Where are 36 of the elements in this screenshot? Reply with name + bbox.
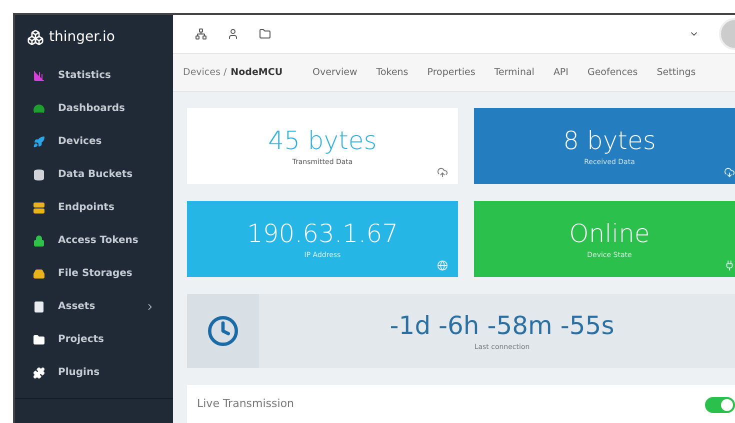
stat-value: Online <box>569 219 650 248</box>
sidebar-item[interactable]: Statistics <box>15 59 173 92</box>
sidebar-item[interactable]: Access Tokens <box>15 224 173 257</box>
user-icon[interactable] <box>227 28 239 40</box>
breadcrumb-link[interactable]: Devices / <box>183 66 227 78</box>
sidebar-item[interactable]: File Storages <box>15 257 173 290</box>
cloud-upload-icon <box>437 167 448 178</box>
tab[interactable]: Settings <box>656 66 696 78</box>
stat-value: 190.63.1.67 <box>246 219 398 248</box>
folder-icon[interactable] <box>259 28 271 40</box>
last-connection-value: -1d -6h -58m -55s <box>390 311 614 340</box>
logo-icon <box>27 28 44 46</box>
stat-value: 45 bytes <box>268 126 377 155</box>
sidebar-item[interactable]: Dashboards <box>15 92 173 125</box>
plug-icon <box>724 260 735 271</box>
sidebar-item[interactable]: Projects <box>15 323 173 356</box>
cloud-download-icon <box>724 167 735 178</box>
brand-name: thinger.io <box>49 29 116 45</box>
sidebar-item[interactable]: Devices <box>15 125 173 158</box>
live-toggle[interactable] <box>705 397 735 413</box>
sidebar-item[interactable]: Endpoints <box>15 191 173 224</box>
sidebar-item[interactable]: Plugins <box>15 356 173 389</box>
sidebar-item[interactable]: Assets <box>15 290 173 323</box>
clock-icon <box>207 315 239 347</box>
tab[interactable]: Terminal <box>494 66 534 78</box>
sidebar-item[interactable]: Data Buckets <box>15 158 173 191</box>
stat-value: 8 bytes <box>563 126 656 155</box>
live-transmission-label: Live Transmission <box>197 397 296 410</box>
tab[interactable]: Properties <box>427 66 476 78</box>
tab[interactable]: Overview <box>312 66 358 78</box>
tab[interactable]: API <box>553 66 568 78</box>
network-icon[interactable] <box>195 28 207 40</box>
tab[interactable]: Tokens <box>376 66 408 78</box>
breadcrumb-current: NodeMCU <box>230 66 283 78</box>
tab[interactable]: Geofences <box>587 66 638 78</box>
globe-icon <box>437 260 448 271</box>
